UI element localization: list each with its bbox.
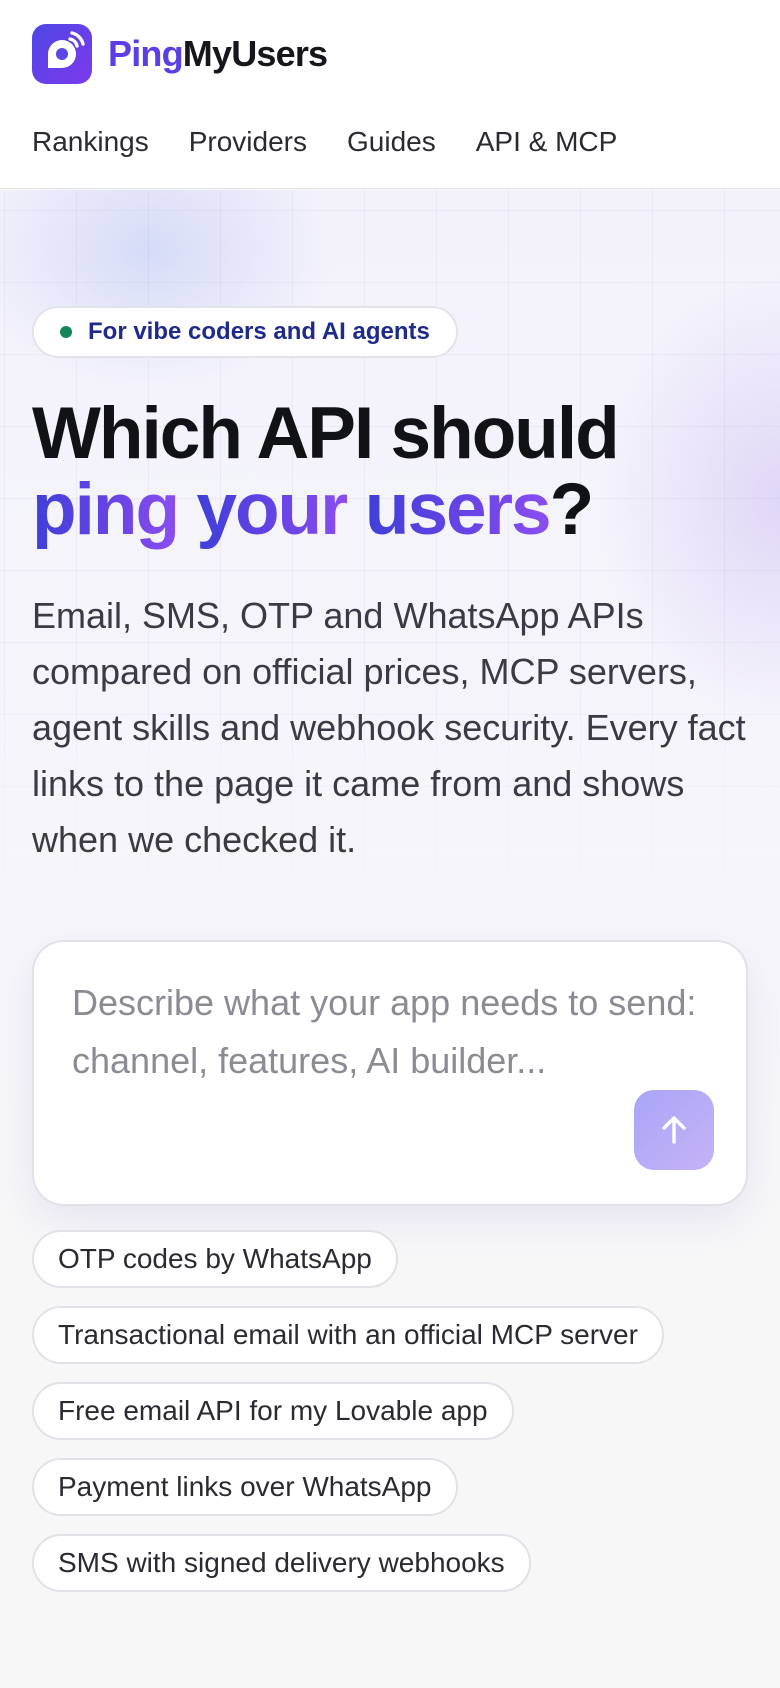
page-title: Which API should ping your users? bbox=[32, 393, 620, 550]
main-nav: Rankings Providers Guides API & MCP bbox=[32, 126, 617, 158]
prompt-box bbox=[32, 940, 748, 1206]
brand-name-part2: MyUsers bbox=[182, 33, 328, 74]
brand-name: PingMyUsers bbox=[108, 33, 328, 75]
nav-item-providers[interactable]: Providers bbox=[189, 126, 307, 158]
title-word-your: your bbox=[196, 469, 348, 550]
suggestion-chip[interactable]: Free email API for my Lovable app bbox=[32, 1382, 514, 1440]
nav-item-api-mcp[interactable]: API & MCP bbox=[476, 126, 618, 158]
suggestion-chip[interactable]: Payment links over WhatsApp bbox=[32, 1458, 458, 1516]
audience-badge-label: For vibe coders and AI agents bbox=[88, 318, 430, 345]
title-word-users: users bbox=[364, 469, 552, 550]
arrow-up-icon bbox=[662, 1116, 686, 1144]
suggestion-list: OTP codes by WhatsApp Transactional emai… bbox=[32, 1230, 748, 1610]
audience-badge: For vibe coders and AI agents bbox=[32, 306, 458, 358]
brand-name-part1: Ping bbox=[108, 33, 184, 74]
suggestion-chip[interactable]: OTP codes by WhatsApp bbox=[32, 1230, 398, 1288]
nav-item-guides[interactable]: Guides bbox=[347, 126, 436, 158]
nav-item-rankings[interactable]: Rankings bbox=[32, 126, 149, 158]
hero-description: Email, SMS, OTP and WhatsApp APIs compar… bbox=[32, 595, 746, 860]
suggestion-chip[interactable]: SMS with signed delivery webhooks bbox=[32, 1534, 531, 1592]
title-word-ping: ping bbox=[32, 469, 180, 550]
send-button[interactable] bbox=[634, 1090, 714, 1170]
hero-section: For vibe coders and AI agents Which API … bbox=[0, 190, 780, 1688]
title-line-1: Which API should bbox=[32, 393, 620, 474]
suggestion-chip[interactable]: Transactional email with an official MCP… bbox=[32, 1306, 664, 1364]
title-question-mark: ? bbox=[549, 469, 595, 550]
site-header: PingMyUsers Rankings Providers Guides AP… bbox=[0, 0, 780, 189]
logo-link[interactable]: PingMyUsers bbox=[32, 24, 328, 84]
ping-bubble-icon bbox=[32, 24, 92, 84]
prompt-input[interactable] bbox=[72, 974, 712, 1104]
status-dot-icon bbox=[60, 326, 72, 338]
